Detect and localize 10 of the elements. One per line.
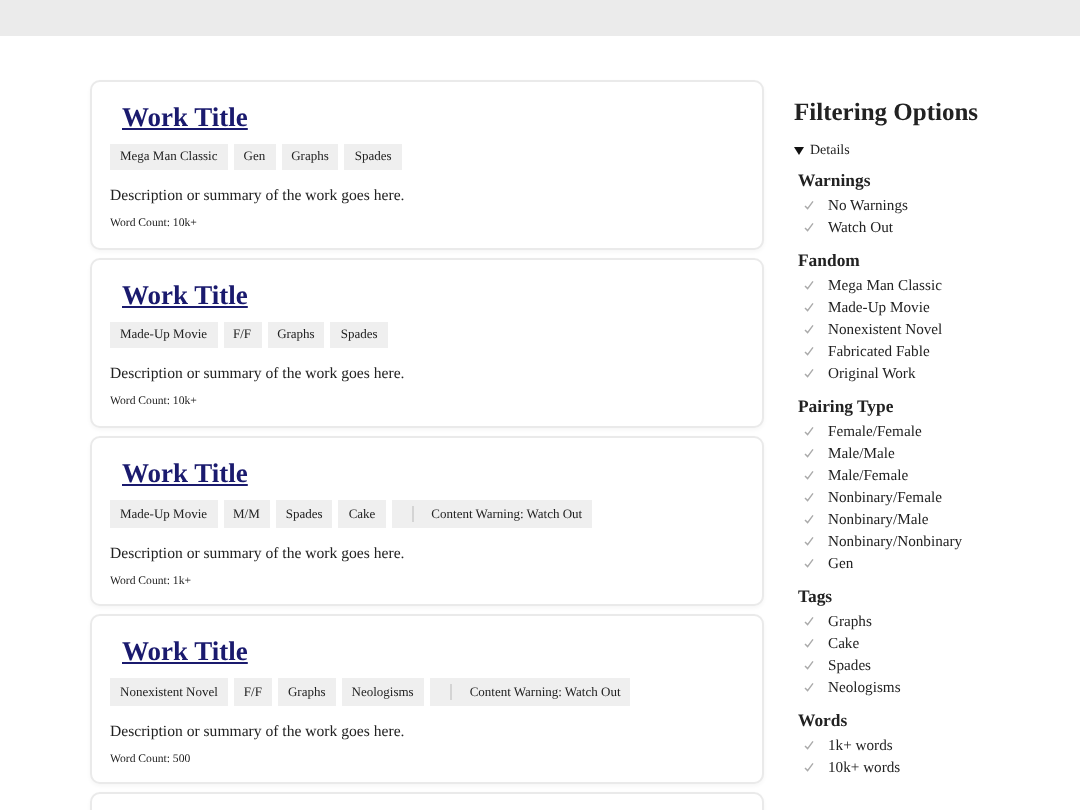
work-title-link[interactable]: Work Title [122,458,248,490]
work-title-link[interactable]: Work Title [122,102,248,134]
filter-heading: Warnings [798,170,873,190]
sidebar-title: Filtering Options [794,98,981,128]
filter-heading: Pairing Type [798,396,896,416]
filter-heading: Fandom [798,250,862,270]
filter-heading: Words [798,710,850,730]
work-title-link[interactable]: Work Title [122,636,248,668]
filter-heading: Tags [798,586,835,606]
work-title-link[interactable]: Work Title [122,280,248,312]
